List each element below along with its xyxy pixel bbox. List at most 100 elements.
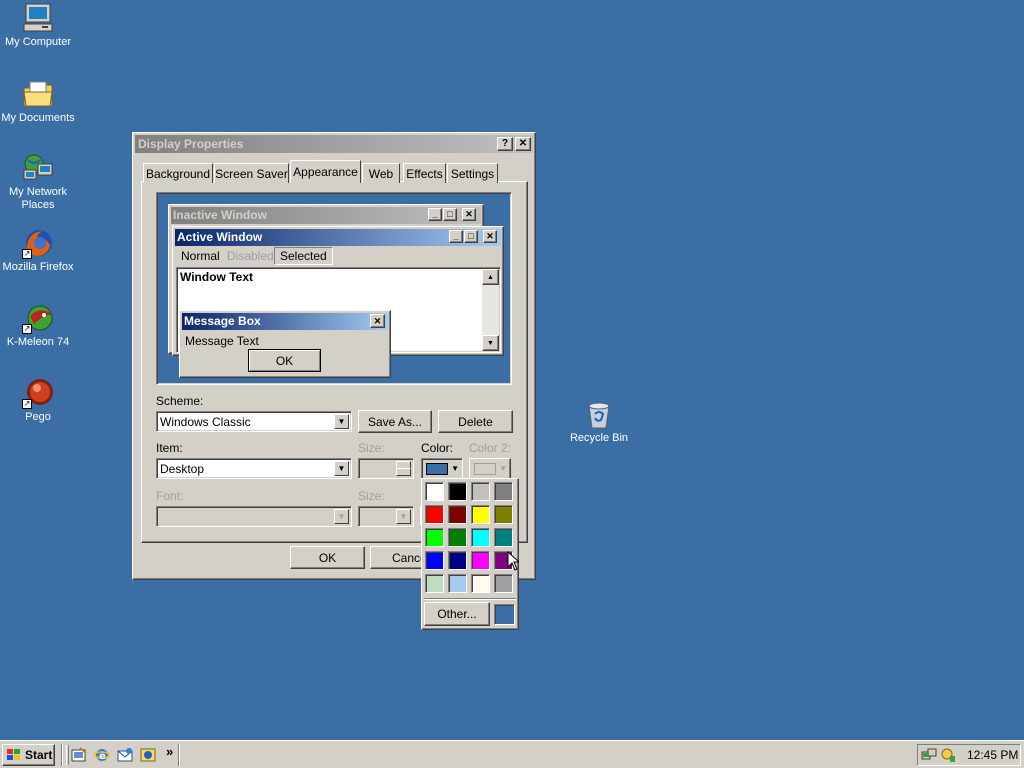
save-as-button[interactable]: Save As... <box>358 410 432 433</box>
ie-icon[interactable]: e <box>93 747 111 763</box>
desktop-icon-label: K-Meleon 74 <box>6 336 70 348</box>
color-swatch[interactable] <box>471 482 490 501</box>
scheme-label: Scheme: <box>156 394 204 408</box>
outlook-icon[interactable] <box>117 747 133 763</box>
chevron-down-icon: ▼ <box>334 509 349 524</box>
tab-label: Settings <box>450 166 495 181</box>
picker-divider <box>424 598 516 600</box>
item-size-label: Size: <box>358 441 385 455</box>
color-swatch[interactable] <box>471 505 490 524</box>
color-swatch[interactable] <box>494 528 513 547</box>
color-swatch[interactable] <box>448 528 467 547</box>
desktop-icon-network-places[interactable]: My Network Places <box>0 152 76 212</box>
network-tray-icon[interactable] <box>921 747 937 763</box>
item-select[interactable]: Desktop ▼ <box>156 458 352 479</box>
item-value: Desktop <box>160 461 205 476</box>
color-swatch[interactable] <box>425 528 444 547</box>
recycle-bin-icon <box>583 398 615 430</box>
taskbar-separator <box>61 744 63 766</box>
chevron-down-icon: ▼ <box>396 509 411 524</box>
menu-disabled: Disabled <box>227 249 274 263</box>
color-swatch[interactable] <box>494 574 513 593</box>
color-swatch[interactable] <box>494 505 513 524</box>
active-window-title: Active Window <box>177 230 263 244</box>
windows-logo-icon <box>7 749 20 760</box>
color-swatch[interactable] <box>425 482 444 501</box>
clock[interactable]: 12:45 PM <box>967 748 1018 762</box>
tab-screen-saver[interactable]: Screen Saver <box>214 163 289 183</box>
other-color-button[interactable]: Other... <box>424 602 490 626</box>
desktop-icon-label: Mozilla Firefox <box>2 261 74 273</box>
close-icon: ✕ <box>370 314 385 328</box>
quick-launch-grip[interactable] <box>66 745 69 765</box>
font-size-select: ▼ <box>358 506 414 527</box>
close-icon: ✕ <box>462 208 476 221</box>
shortcut-arrow-icon: ↗ <box>22 324 32 334</box>
spinner-down-icon <box>396 468 411 476</box>
pego-icon: ↗ <box>22 377 54 409</box>
chevron-down-icon[interactable]: ▼ <box>334 461 349 476</box>
desktop-icon-label: My Computer <box>4 36 72 48</box>
tab-appearance[interactable]: Appearance <box>290 160 361 183</box>
current-color-swatch <box>494 604 515 625</box>
button-label: OK <box>318 550 337 565</box>
minimize-icon: _ <box>449 230 463 243</box>
message-box-titlebar: Message Box <box>182 313 388 330</box>
dialog-titlebar[interactable]: Display Properties <box>135 135 533 153</box>
chevron-down-icon[interactable]: ▼ <box>334 414 349 429</box>
scroll-up-icon: ▲ <box>482 269 499 285</box>
tab-label: Effects <box>406 166 443 181</box>
color-button[interactable]: ▼ <box>421 458 463 480</box>
message-text: Message Text <box>185 334 259 348</box>
tab-background[interactable]: Background <box>143 163 213 183</box>
tab-web[interactable]: Web <box>362 163 400 183</box>
inactive-window-title: Inactive Window <box>173 208 267 222</box>
color-swatch[interactable] <box>448 551 467 570</box>
color-swatch[interactable] <box>448 505 467 524</box>
close-icon: ✕ <box>518 138 528 149</box>
quick-launch-chevron[interactable]: » <box>166 744 173 759</box>
ok-button[interactable]: OK <box>290 546 365 569</box>
color-swatch[interactable] <box>471 551 490 570</box>
scroll-down-icon: ▼ <box>482 335 499 351</box>
color-swatch[interactable] <box>471 528 490 547</box>
font-size-label: Size: <box>358 489 385 503</box>
color-swatch[interactable] <box>471 574 490 593</box>
help-button[interactable]: ? <box>497 137 513 151</box>
desktop-icon-recycle-bin[interactable]: Recycle Bin <box>561 398 637 445</box>
scheme-select[interactable]: Windows Classic ▼ <box>156 411 352 432</box>
window-text: Window Text <box>180 270 253 284</box>
color-swatch[interactable] <box>425 574 444 593</box>
desktop-icon-firefox[interactable]: ↗ Mozilla Firefox <box>0 227 76 274</box>
shortcut-arrow-icon: ↗ <box>22 399 32 409</box>
color-swatch[interactable] <box>425 505 444 524</box>
color-swatch[interactable] <box>448 482 467 501</box>
color2-swatch <box>474 463 496 475</box>
security-tray-icon[interactable] <box>940 747 956 763</box>
color2-label: Color 2: <box>469 441 512 455</box>
start-button[interactable]: Start <box>2 744 55 766</box>
tab-effects[interactable]: Effects <box>403 163 446 183</box>
chevron-down-icon: ▼ <box>451 464 459 473</box>
my-computer-icon <box>22 2 54 34</box>
show-desktop-icon[interactable] <box>71 747 87 763</box>
close-icon: ✕ <box>483 230 497 243</box>
firefox-icon: ↗ <box>22 227 54 259</box>
svg-text:e: e <box>99 751 106 762</box>
menu-selected: Selected <box>274 247 333 265</box>
color-swatch[interactable] <box>425 551 444 570</box>
tab-settings[interactable]: Settings <box>447 163 498 183</box>
close-button[interactable]: ✕ <box>515 137 531 151</box>
desktop-icon-kmeleon[interactable]: ↗ K-Meleon 74 <box>0 302 76 349</box>
maximize-icon: □ <box>443 208 457 221</box>
desktop-icon-my-computer[interactable]: My Computer <box>0 2 76 49</box>
color-swatch[interactable] <box>494 482 513 501</box>
preview-ok-button: OK <box>248 349 321 372</box>
color-swatch[interactable] <box>448 574 467 593</box>
desktop-icon-my-documents[interactable]: My Documents <box>0 78 76 125</box>
delete-button[interactable]: Delete <box>438 410 513 433</box>
message-box-title: Message Box <box>184 314 261 328</box>
media-icon[interactable] <box>140 747 156 763</box>
dialog-title: Display Properties <box>138 137 244 151</box>
desktop-icon-pego[interactable]: ↗ Pego <box>0 377 76 424</box>
